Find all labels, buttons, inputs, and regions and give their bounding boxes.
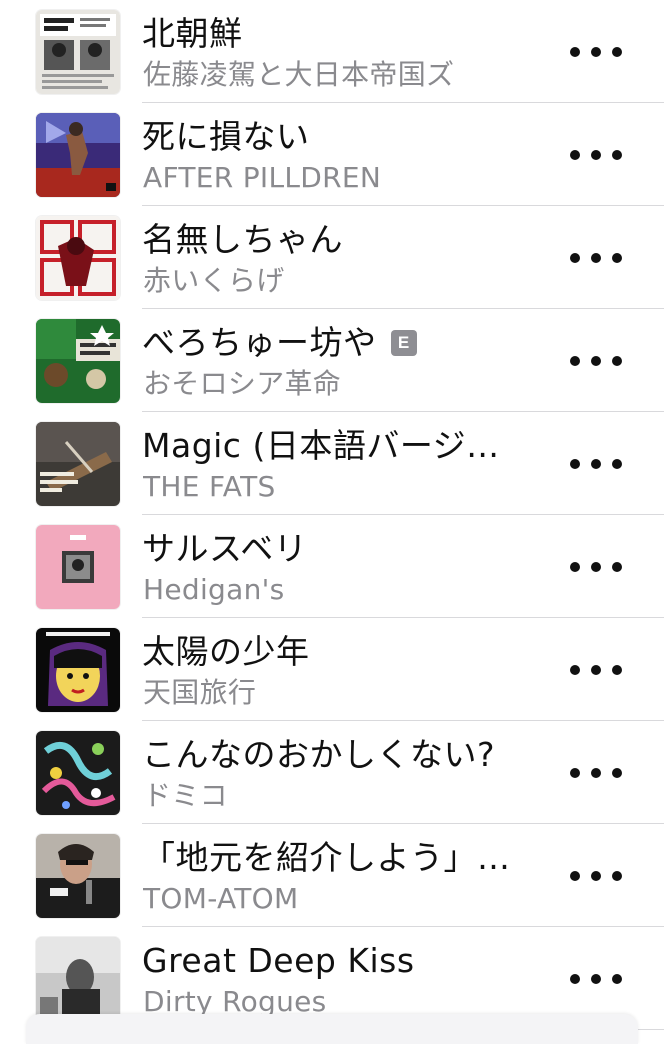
- song-title: 死に損ない: [142, 117, 310, 156]
- song-title: Great Deep Kiss: [142, 941, 415, 980]
- ellipsis-icon[interactable]: [570, 760, 622, 786]
- song-list: 北朝鮮 佐藤凌駕と大日本帝国ズ 死に損ない AFTER PILLDREN 名無し…: [0, 0, 664, 1030]
- song-row[interactable]: サルスベリ Hedigan's: [0, 515, 664, 618]
- ellipsis-icon[interactable]: [570, 657, 622, 683]
- song-artist: ドミコ: [143, 779, 228, 812]
- album-art-bw-photo[interactable]: [36, 937, 120, 1021]
- ellipsis-icon[interactable]: [570, 348, 622, 374]
- song-artist: THE FATS: [143, 470, 276, 503]
- album-art-figure-red[interactable]: [36, 113, 120, 197]
- album-art-green-collage[interactable]: [36, 319, 120, 403]
- song-row[interactable]: 「地元を紹介しよう」… TOM-ATOM: [0, 824, 664, 927]
- album-art-newspaper[interactable]: [36, 10, 120, 94]
- song-title: こんなのおかしくない?: [142, 735, 496, 774]
- song-title: 「地元を紹介しよう」…: [142, 838, 511, 877]
- song-row[interactable]: べろちゅー坊や E おそロシア革命: [0, 309, 664, 412]
- song-title: Magic (日本語バージ…: [142, 426, 500, 465]
- song-artist: 赤いくらげ: [143, 264, 285, 297]
- song-title: 太陽の少年: [142, 632, 310, 671]
- album-art-face[interactable]: [36, 628, 120, 712]
- album-art-red-kanji[interactable]: [36, 216, 120, 300]
- song-artist: TOM-ATOM: [143, 882, 299, 915]
- song-row[interactable]: こんなのおかしくない? ドミコ: [0, 721, 664, 824]
- song-artist: おそロシア革命: [143, 367, 342, 400]
- song-title: サルスベリ: [142, 529, 308, 568]
- explicit-badge: E: [390, 330, 417, 356]
- song-artist: AFTER PILLDREN: [143, 161, 382, 194]
- ellipsis-icon[interactable]: [570, 142, 622, 168]
- song-title-row: べろちゅー坊や E: [142, 321, 417, 365]
- song-row[interactable]: 北朝鮮 佐藤凌駕と大日本帝国ズ: [0, 0, 664, 103]
- album-art-pattern[interactable]: [36, 731, 120, 815]
- song-artist: 天国旅行: [143, 676, 257, 709]
- album-art-pink[interactable]: [36, 525, 120, 609]
- song-row[interactable]: Magic (日本語バージ… THE FATS: [0, 412, 664, 515]
- song-title: 名無しちゃん: [142, 220, 343, 259]
- ellipsis-icon[interactable]: [570, 245, 622, 271]
- song-title: べろちゅー坊や: [142, 323, 377, 362]
- album-art-singer-photo[interactable]: [36, 834, 120, 918]
- song-row[interactable]: 死に損ない AFTER PILLDREN: [0, 103, 664, 206]
- ellipsis-icon[interactable]: [570, 39, 622, 65]
- mini-player-edge[interactable]: [26, 1014, 638, 1044]
- ellipsis-icon[interactable]: [570, 451, 622, 477]
- album-art-school-trip[interactable]: [36, 422, 120, 506]
- song-title: 北朝鮮: [142, 14, 243, 53]
- ellipsis-icon[interactable]: [570, 554, 622, 580]
- song-row[interactable]: 名無しちゃん 赤いくらげ: [0, 206, 664, 309]
- ellipsis-icon[interactable]: [570, 863, 622, 889]
- song-artist: 佐藤凌駕と大日本帝国ズ: [143, 58, 455, 91]
- song-row[interactable]: 太陽の少年 天国旅行: [0, 618, 664, 721]
- song-artist: Hedigan's: [143, 573, 285, 606]
- ellipsis-icon[interactable]: [570, 966, 622, 992]
